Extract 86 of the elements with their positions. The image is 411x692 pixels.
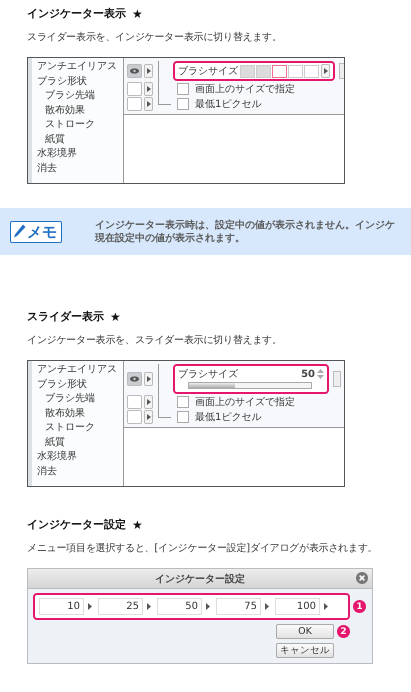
category-item[interactable]: 水彩境界 — [32, 147, 77, 162]
step-icon[interactable] — [265, 603, 269, 610]
number-field[interactable]: 100 — [275, 598, 320, 615]
dialog-button[interactable]: OK — [276, 624, 334, 639]
expand-button[interactable] — [144, 394, 153, 408]
category-item[interactable]: ストローク — [32, 118, 95, 132]
eye-button[interactable] — [127, 64, 142, 78]
arrow-icon — [146, 376, 150, 382]
checkbox[interactable] — [177, 82, 189, 94]
callout-number: 2 — [337, 625, 350, 638]
checkbox[interactable] — [177, 98, 189, 110]
eye-icon — [130, 68, 139, 74]
category-item[interactable]: 紙質 — [32, 132, 65, 147]
arrow-icon — [146, 86, 150, 92]
step-icon[interactable] — [324, 603, 328, 610]
category-item[interactable]: ブラシ形状 — [32, 74, 87, 89]
scroll-button[interactable] — [333, 371, 341, 387]
category-item[interactable]: 水彩境界 — [32, 450, 77, 464]
value-text: 50 — [301, 368, 315, 380]
category-item[interactable]: ストローク — [32, 421, 95, 436]
category-item[interactable]: アンチエイリアス — [32, 363, 117, 378]
expand-button[interactable] — [144, 410, 153, 424]
setting-label: ブラシサイズ — [178, 64, 238, 78]
checkbox[interactable] — [177, 396, 189, 408]
description-text: インジケーター表示を、スライダー表示に切り替えます。 — [27, 334, 283, 347]
description-text: メニュー項目を選択すると、[インジケーター設定]ダイアログが表示されます。 — [27, 542, 378, 555]
step-icon[interactable] — [88, 603, 92, 610]
category-item[interactable]: 消去 — [32, 464, 57, 479]
option-label: 画面上のサイズで指定 — [195, 396, 295, 408]
category-item[interactable]: ブラシ形状 — [32, 378, 87, 392]
star-icon: ★ — [132, 6, 143, 20]
close-icon[interactable] — [356, 572, 368, 584]
category-item[interactable]: ブラシ先端 — [32, 89, 95, 104]
eye-button[interactable] — [127, 372, 142, 386]
memo-text: インジケーター表示時は、設定中の値が表示されません。インジケ — [95, 218, 395, 232]
eye-icon — [130, 376, 139, 382]
indicator-cell[interactable] — [240, 64, 255, 78]
visibility-toggle[interactable] — [127, 410, 142, 424]
pencil-icon — [13, 224, 26, 239]
category-item[interactable]: 消去 — [32, 162, 57, 176]
option-label: 最低1ピクセル — [195, 98, 262, 110]
visibility-toggle[interactable] — [127, 82, 142, 96]
step-icon[interactable] — [147, 603, 151, 610]
category-item[interactable]: アンチエイリアス — [32, 60, 117, 74]
star-icon: ★ — [110, 310, 121, 324]
arrow-icon — [146, 100, 150, 106]
expand-button[interactable] — [144, 64, 153, 78]
number-field[interactable]: 10 — [39, 598, 84, 615]
dialog-title: インジケーター設定 — [155, 572, 245, 586]
setting-label: ブラシサイズ — [178, 368, 238, 381]
description-text: スライダー表示を、インジケーター表示に切り替えます。 — [27, 30, 283, 44]
dialog-button[interactable]: キャンセル — [276, 643, 334, 658]
step-icon[interactable] — [206, 603, 210, 610]
next-button[interactable] — [321, 64, 330, 78]
size-slider[interactable] — [188, 382, 312, 389]
visibility-toggle[interactable] — [127, 96, 142, 110]
category-item[interactable]: 紙質 — [32, 436, 65, 450]
expand-button[interactable] — [144, 96, 153, 110]
indicator-cell[interactable] — [256, 64, 271, 78]
callout-number: 1 — [353, 600, 366, 613]
indicator-cell[interactable] — [304, 64, 319, 78]
arrow-icon — [324, 68, 328, 74]
arrow-icon — [146, 414, 150, 420]
memo-text: 現在設定中の値が表示されます。 — [95, 232, 246, 244]
memo-label: メモ — [10, 220, 62, 242]
expand-button[interactable] — [144, 372, 153, 386]
section-heading: スライダー表示 — [27, 309, 104, 324]
star-icon: ★ — [132, 518, 143, 532]
number-field[interactable]: 50 — [157, 598, 202, 615]
visibility-toggle[interactable] — [127, 394, 142, 408]
checkbox[interactable] — [177, 410, 189, 422]
category-item[interactable]: 散布効果 — [32, 406, 85, 421]
category-item[interactable]: ブラシ先端 — [32, 392, 95, 406]
option-label: 最低1ピクセル — [195, 410, 262, 424]
expand-button[interactable] — [144, 82, 153, 96]
option-label: 画面上のサイズで指定 — [195, 82, 295, 96]
section-heading: インジケーター表示 — [27, 6, 126, 21]
arrow-icon — [146, 68, 150, 74]
arrow-icon — [146, 398, 150, 404]
number-field[interactable]: 75 — [216, 598, 261, 615]
indicator-cell[interactable] — [272, 64, 287, 78]
spinner-icon[interactable] — [317, 368, 324, 380]
section-heading: インジケーター設定 — [27, 517, 126, 532]
indicator-cell[interactable] — [288, 64, 303, 78]
category-item[interactable]: 散布効果 — [32, 104, 85, 118]
number-field[interactable]: 25 — [98, 598, 143, 615]
